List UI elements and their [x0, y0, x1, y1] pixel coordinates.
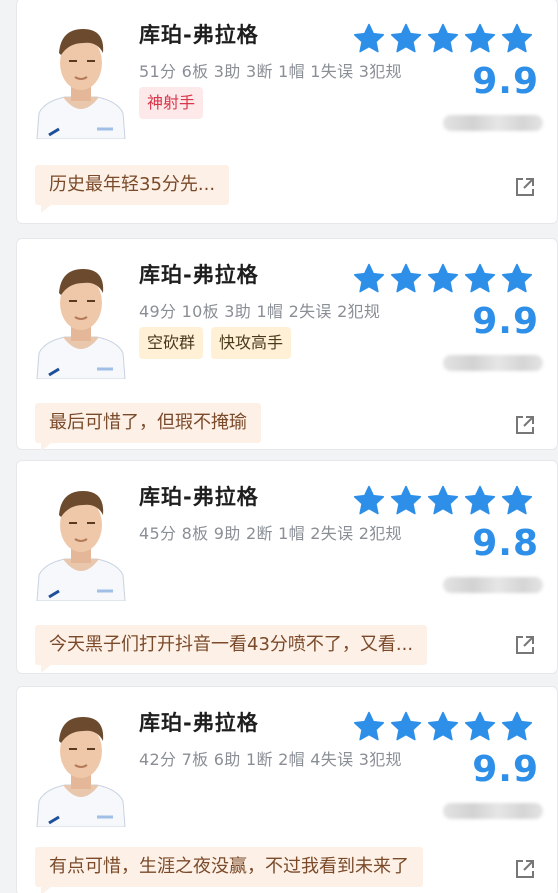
- star-icon: [501, 711, 533, 741]
- player-photo-icon: [35, 705, 127, 827]
- blurred-text: [443, 355, 543, 371]
- star-icon: [427, 711, 459, 741]
- stat-line: 49分 10板 3助 1帽 2失误 2犯规: [139, 302, 381, 321]
- star-icon: [427, 485, 459, 515]
- player-avatar: [35, 479, 127, 601]
- comment-bubble[interactable]: 最后可惜了，但瑕不掩瑜: [35, 403, 261, 451]
- rating-card[interactable]: 库珀-弗拉格 42分 7板 6助 1断 2帽 4失误 3犯规 9.9 有点可惜，…: [16, 686, 558, 893]
- star-icon: [353, 263, 385, 293]
- star-icon: [464, 23, 496, 53]
- comment-bubble[interactable]: 历史最年轻35分先...: [35, 165, 230, 213]
- player-name: 库珀-弗拉格: [139, 23, 259, 47]
- star-icon: [464, 485, 496, 515]
- star-icon: [390, 23, 422, 53]
- player-photo-icon: [35, 479, 127, 601]
- star-rating: [353, 263, 533, 295]
- star-icon: [501, 485, 533, 515]
- share-external-icon[interactable]: [513, 857, 537, 881]
- player-name: 库珀-弗拉格: [139, 263, 259, 287]
- star-icon: [390, 263, 422, 293]
- share-external-icon-glyph: [516, 178, 534, 196]
- player-photo-icon: [35, 257, 127, 379]
- score: 9.9: [472, 301, 539, 342]
- tag-list: 空砍群 快攻高手: [139, 327, 292, 359]
- star-rating: [353, 485, 533, 517]
- tag-list: 神射手: [139, 87, 204, 119]
- star-icon: [390, 711, 422, 741]
- tag-badge[interactable]: 快攻高手: [211, 327, 292, 359]
- star-icon: [464, 711, 496, 741]
- share-external-icon-glyph: [516, 860, 534, 878]
- star-icon: [427, 23, 459, 53]
- share-external-icon[interactable]: [513, 175, 537, 199]
- blurred-text: [443, 803, 543, 819]
- rating-list: 库珀-弗拉格 51分 6板 3助 3断 1帽 1失误 3犯规 神射手 9.9 历…: [0, 0, 558, 893]
- score: 9.8: [472, 523, 539, 564]
- share-external-icon[interactable]: [513, 413, 537, 437]
- player-avatar: [35, 17, 127, 139]
- rating-card[interactable]: 库珀-弗拉格 49分 10板 3助 1帽 2失误 2犯规 空砍群 快攻高手 9.…: [16, 238, 558, 451]
- player-name: 库珀-弗拉格: [139, 485, 259, 509]
- star-icon: [353, 485, 385, 515]
- star-icon: [353, 23, 385, 53]
- rating-card[interactable]: 库珀-弗拉格 51分 6板 3助 3断 1帽 1失误 3犯规 神射手 9.9 历…: [16, 0, 558, 224]
- blurred-text: [443, 115, 543, 131]
- star-rating: [353, 23, 533, 55]
- player-name: 库珀-弗拉格: [139, 711, 259, 735]
- star-icon: [501, 23, 533, 53]
- score: 9.9: [472, 749, 539, 790]
- share-external-icon-glyph: [516, 416, 534, 434]
- player-avatar: [35, 257, 127, 379]
- stat-line: 42分 7板 6助 1断 2帽 4失误 3犯规: [139, 750, 402, 769]
- star-icon: [427, 263, 459, 293]
- star-icon: [464, 263, 496, 293]
- comment-bubble[interactable]: 有点可惜，生涯之夜没赢，不过我看到未来了: [35, 847, 423, 893]
- stat-line: 45分 8板 9助 2断 1帽 2失误 2犯规: [139, 524, 402, 543]
- share-external-icon[interactable]: [513, 633, 537, 657]
- star-icon: [353, 711, 385, 741]
- tag-badge[interactable]: 空砍群: [139, 327, 204, 359]
- star-icon: [390, 485, 422, 515]
- star-icon: [501, 263, 533, 293]
- player-photo-icon: [35, 17, 127, 139]
- share-external-icon-glyph: [516, 636, 534, 654]
- stat-line: 51分 6板 3助 3断 1帽 1失误 3犯规: [139, 62, 402, 81]
- star-rating: [353, 711, 533, 743]
- rating-card[interactable]: 库珀-弗拉格 45分 8板 9助 2断 1帽 2失误 2犯规 9.8 今天黑子们…: [16, 460, 558, 674]
- tag-badge[interactable]: 神射手: [139, 87, 204, 119]
- comment-bubble[interactable]: 今天黑子们打开抖音一看43分喷不了，又看...: [35, 625, 428, 673]
- player-avatar: [35, 705, 127, 827]
- blurred-text: [443, 577, 543, 593]
- score: 9.9: [472, 61, 539, 102]
